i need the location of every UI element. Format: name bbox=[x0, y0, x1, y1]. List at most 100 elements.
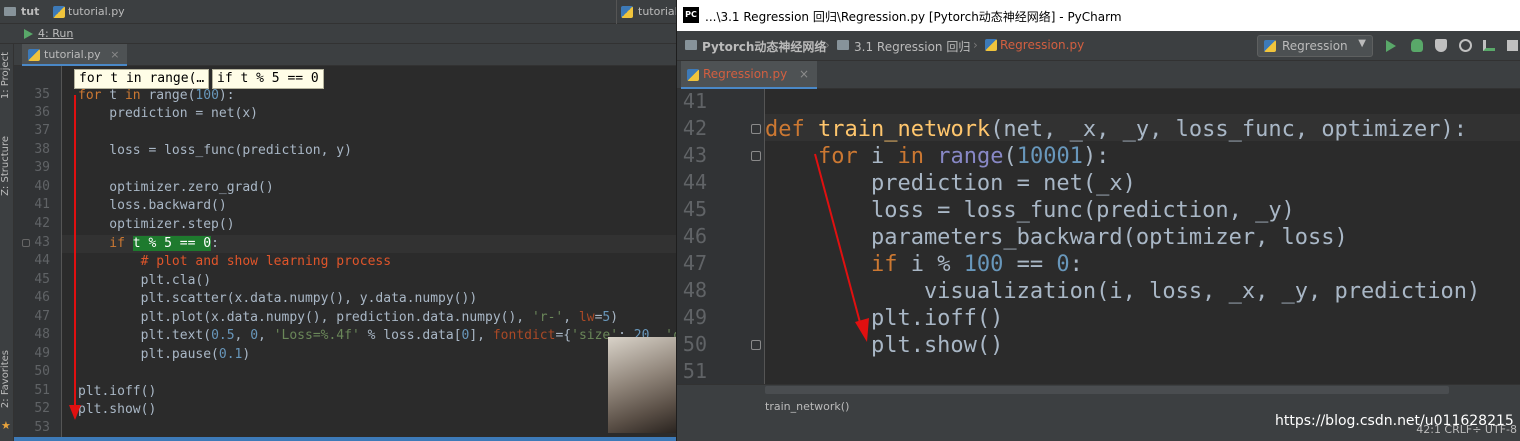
code-line-48: plt.text(0.5, 0, 'Loss=%.4f' % loss.data… bbox=[78, 327, 676, 345]
watermark: https://blog.csdn.net/u011628215 bbox=[1275, 413, 1514, 429]
code-line-49: plt.ioff() bbox=[765, 306, 1004, 331]
right-navigation-bar: Pytorch动态神经网络 › 3.1 Regression 回归 › Regr… bbox=[677, 31, 1520, 61]
line-number: 37 bbox=[34, 123, 50, 138]
keyword-argument: lw bbox=[578, 310, 595, 325]
close-icon[interactable]: × bbox=[110, 48, 119, 61]
tab-label: tutorial.py bbox=[44, 48, 101, 61]
star-icon: ★ bbox=[1, 419, 11, 432]
fold-marker-icon[interactable] bbox=[751, 340, 761, 350]
right-code-editor[interactable]: def train_network(net, _x, _y, loss_func… bbox=[765, 89, 1520, 384]
code-line-52: plt.show() bbox=[78, 402, 157, 417]
tab-regression-py[interactable]: Regression.py × bbox=[681, 61, 818, 89]
line-number: 48 bbox=[34, 327, 50, 342]
fold-marker-icon[interactable] bbox=[751, 124, 761, 134]
code-token: range( bbox=[140, 88, 196, 103]
line-number: 43 bbox=[682, 143, 707, 167]
code-line-46: parameters_backward(optimizer, loss) bbox=[765, 225, 1348, 250]
fold-marker-icon[interactable] bbox=[22, 239, 30, 247]
code-token: i bbox=[857, 144, 898, 169]
status-breadcrumb[interactable]: train_network() bbox=[765, 400, 849, 413]
code-token: : bbox=[1069, 252, 1083, 277]
left-navigation-bar: tut tutorial.py tutorial bbox=[0, 0, 676, 24]
structure-tool-tab[interactable]: Z: Structure bbox=[0, 136, 14, 196]
left-line-gutter: 35 36 37 38 39 40 41 42 43 44 45 46 47 4… bbox=[14, 66, 62, 441]
number: 100 bbox=[963, 252, 1004, 277]
run-config-dropdown[interactable]: Regression ▼ bbox=[1257, 35, 1373, 57]
code-token: ) bbox=[610, 310, 619, 325]
left-code-editor[interactable]: for t in range(100): prediction = net(x)… bbox=[62, 66, 676, 441]
code-line-38: loss = loss_func(prediction, y) bbox=[78, 143, 352, 158]
line-number: 49 bbox=[34, 346, 50, 361]
code-token: ): bbox=[1082, 144, 1110, 169]
number: 10001 bbox=[1016, 144, 1083, 169]
keyword: if bbox=[765, 252, 898, 277]
run-config-label: Regression bbox=[1282, 39, 1348, 53]
breadcrumb-root[interactable]: tut bbox=[21, 5, 39, 18]
line-number: 44 bbox=[682, 170, 707, 194]
keyword: if bbox=[78, 236, 133, 251]
code-line-36: prediction = net(x) bbox=[78, 106, 259, 121]
code-token: ( bbox=[1003, 144, 1017, 169]
line-number: 44 bbox=[34, 253, 50, 268]
stop-icon[interactable] bbox=[1507, 40, 1518, 51]
folder-icon bbox=[685, 40, 697, 50]
code-line-42: def train_network(net, _x, _y, loss_func… bbox=[765, 116, 1467, 143]
python-file-icon bbox=[687, 69, 699, 81]
close-icon[interactable]: × bbox=[799, 67, 809, 81]
right-line-gutter: 41 42 43 44 45 46 47 48 49 50 51 52 bbox=[677, 89, 765, 410]
code-line-43: for i in range(10001): bbox=[765, 143, 1109, 170]
favorites-tool-tab[interactable]: 2: Favorites bbox=[0, 350, 14, 408]
debug-icon[interactable] bbox=[1411, 39, 1423, 52]
profile-icon[interactable] bbox=[1459, 39, 1472, 52]
keyword: for bbox=[78, 88, 102, 103]
run-icon[interactable] bbox=[1386, 40, 1396, 52]
coverage-icon[interactable] bbox=[1435, 39, 1447, 52]
project-tool-tab[interactable]: 1: Project bbox=[0, 52, 14, 99]
breadcrumb-file[interactable]: Regression.py bbox=[1000, 38, 1084, 52]
code-line-45: loss = loss_func(prediction, _y) bbox=[765, 198, 1295, 223]
code-token: i % bbox=[897, 252, 964, 277]
run-tab-label[interactable]: 4: Run bbox=[38, 27, 73, 40]
number: 0.5 bbox=[211, 328, 235, 343]
breadcrumb-project[interactable]: Pytorch动态神经网络 bbox=[702, 38, 826, 55]
code-line-46: plt.scatter(x.data.numpy(), y.data.numpy… bbox=[78, 291, 478, 306]
run-toolbar: 4: Run bbox=[0, 24, 676, 44]
code-token: plt.plot(x.data.numpy(), prediction.data… bbox=[78, 310, 532, 325]
folder-icon bbox=[837, 40, 849, 50]
line-number: 36 bbox=[34, 105, 50, 120]
code-line-42: optimizer.step() bbox=[78, 217, 235, 232]
run-config-label[interactable]: tutorial bbox=[638, 5, 676, 18]
line-number: 42 bbox=[682, 116, 707, 140]
code-line-50: plt.show() bbox=[765, 333, 1004, 358]
line-number: 46 bbox=[682, 224, 707, 248]
code-token: ) bbox=[242, 347, 251, 362]
builtin: range bbox=[923, 144, 1004, 169]
string: 'Loss=%.4f' bbox=[273, 328, 360, 343]
left-editor-tabs: tutorial.py × bbox=[14, 44, 676, 66]
tab-tutorial-py[interactable]: tutorial.py × bbox=[22, 44, 128, 66]
line-number: 51 bbox=[34, 383, 50, 398]
left-bottom-accent bbox=[14, 437, 676, 441]
horizontal-scrollbar[interactable] bbox=[765, 386, 1449, 394]
code-token: ): bbox=[218, 88, 235, 103]
keyword-argument: fontdict bbox=[492, 328, 556, 343]
keyword: in bbox=[897, 144, 924, 169]
code-line-51: plt.ioff() bbox=[78, 384, 157, 399]
line-number: 38 bbox=[34, 142, 50, 157]
run-icon[interactable] bbox=[24, 29, 33, 39]
code-token: ], bbox=[469, 328, 493, 343]
context-hint-for-loop: for t in range(… bbox=[74, 69, 210, 89]
line-number: 50 bbox=[682, 332, 707, 356]
left-ide-window: tut tutorial.py tutorial 4: Run 1: Proje… bbox=[0, 0, 676, 441]
python-file-icon bbox=[1264, 40, 1276, 52]
code-line-44: # plot and show learning process bbox=[78, 254, 392, 269]
code-token: t bbox=[101, 88, 125, 103]
code-token: ={ bbox=[555, 328, 572, 343]
breadcrumb-file[interactable]: tutorial.py bbox=[68, 5, 125, 18]
line-number: 40 bbox=[34, 179, 50, 194]
build-icon[interactable] bbox=[1483, 40, 1495, 51]
breadcrumb-folder[interactable]: 3.1 Regression 回归 bbox=[854, 38, 970, 55]
number: 0 bbox=[1056, 252, 1070, 277]
line-number: 42 bbox=[34, 216, 50, 231]
fold-marker-icon[interactable] bbox=[751, 151, 761, 161]
